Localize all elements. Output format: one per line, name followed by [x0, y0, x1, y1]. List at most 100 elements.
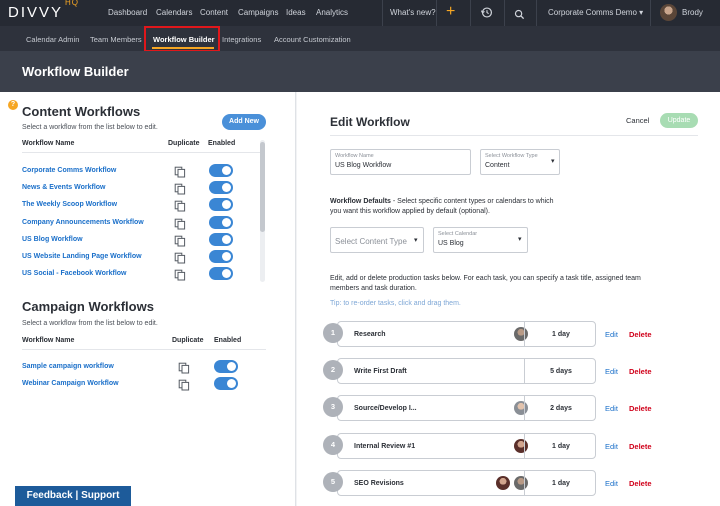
- task-card[interactable]: Research 1 day: [337, 321, 596, 347]
- enabled-toggle[interactable]: [209, 232, 233, 246]
- reorder-tip: Tip: to re-order tasks, click and drag t…: [330, 300, 461, 307]
- divider: [524, 359, 525, 384]
- task-row[interactable]: Write First Draft 5 days 2: [323, 358, 596, 385]
- enabled-toggle[interactable]: [214, 360, 238, 373]
- workflow-link[interactable]: Company Announcements Workflow: [22, 219, 144, 226]
- delete-task-link[interactable]: Delete: [629, 404, 652, 413]
- task-title: SEO Revisions: [354, 479, 404, 487]
- workflow-name-field[interactable]: Workflow Name US Blog Workflow: [330, 149, 471, 175]
- edit-task-link[interactable]: Edit: [605, 330, 618, 339]
- campaign-workflows-subtitle: Select a workflow from the list below to…: [22, 320, 158, 327]
- divider: [504, 0, 505, 26]
- task-card[interactable]: Internal Review #1 1 day: [337, 432, 596, 459]
- calendar-value: US Blog: [438, 240, 464, 247]
- field-label: Workflow Name: [335, 153, 374, 159]
- task-row[interactable]: SEO Revisions 1 day 5: [323, 469, 596, 496]
- enabled-toggle[interactable]: [209, 181, 233, 195]
- task-duration: 2 days: [550, 405, 572, 413]
- task-duration: 1 day: [552, 442, 570, 450]
- search-icon[interactable]: [514, 7, 525, 25]
- update-button[interactable]: Update: [660, 113, 698, 128]
- duplicate-icon[interactable]: [174, 165, 186, 178]
- task-card[interactable]: SEO Revisions 1 day: [337, 469, 596, 496]
- calendar-select[interactable]: Select Calendar US Blog ▾: [433, 227, 528, 253]
- whats-new-link[interactable]: What's new?: [390, 8, 436, 17]
- duplicate-icon[interactable]: [174, 234, 186, 247]
- enabled-toggle[interactable]: [209, 164, 233, 177]
- user-name[interactable]: Brody: [682, 8, 703, 17]
- enabled-toggle[interactable]: [209, 250, 233, 263]
- workflow-type-select[interactable]: Select Workflow Type Content ▾: [480, 149, 560, 175]
- edit-task-link[interactable]: Edit: [605, 404, 618, 413]
- nav-calendars[interactable]: Calendars: [156, 8, 192, 17]
- enabled-toggle[interactable]: [214, 377, 238, 390]
- drag-handle-number[interactable]: 5: [323, 471, 343, 492]
- workflow-link[interactable]: The Weekly Scoop Workflow: [22, 201, 117, 208]
- tab-calendar-admin[interactable]: Calendar Admin: [26, 35, 79, 44]
- duplicate-icon[interactable]: [174, 251, 186, 264]
- enabled-toggle[interactable]: [209, 198, 233, 212]
- help-icon[interactable]: ?: [8, 100, 18, 110]
- defaults-description: - Select specific content types or calen…: [390, 198, 554, 205]
- content-workflows-subtitle: Select a workflow from the list below to…: [22, 124, 158, 131]
- content-list-scrollbar[interactable]: [260, 140, 265, 282]
- chevron-down-icon: ▾: [551, 158, 555, 165]
- workflow-link[interactable]: US Website Landing Page Workflow: [22, 253, 142, 260]
- divvyhq-logo[interactable]: DIVVYHQ: [8, 0, 79, 21]
- duplicate-icon[interactable]: [178, 378, 190, 391]
- duplicate-icon[interactable]: [178, 361, 190, 374]
- header-divider: [22, 349, 266, 350]
- edit-task-link[interactable]: Edit: [605, 479, 618, 488]
- divider: [436, 0, 437, 26]
- workflow-link[interactable]: US Social - Facebook Workflow: [22, 270, 127, 277]
- duplicate-icon[interactable]: [174, 217, 186, 230]
- delete-task-link[interactable]: Delete: [629, 367, 652, 376]
- account-selector[interactable]: Corporate Comms Demo ▾: [548, 8, 643, 17]
- scroll-thumb[interactable]: [260, 142, 265, 232]
- duplicate-icon[interactable]: [174, 268, 186, 281]
- task-title: Source/Develop I...: [354, 405, 417, 413]
- delete-task-link[interactable]: Delete: [629, 479, 652, 488]
- workflow-link[interactable]: US Blog Workflow: [22, 236, 83, 243]
- nav-campaigns[interactable]: Campaigns: [238, 8, 278, 17]
- nav-dashboard[interactable]: Dashboard: [108, 8, 147, 17]
- col-workflow-name: Workflow Name: [22, 337, 75, 344]
- nav-ideas[interactable]: Ideas: [286, 8, 306, 17]
- task-card[interactable]: Write First Draft 5 days: [337, 358, 596, 385]
- workflow-link[interactable]: Sample campaign workflow: [22, 363, 114, 370]
- content-type-select[interactable]: Select Content Type ▾: [330, 227, 424, 253]
- workflow-link[interactable]: Corporate Comms Workflow: [22, 167, 116, 174]
- tab-team-members[interactable]: Team Members: [90, 35, 142, 44]
- task-row[interactable]: Source/Develop I... 2 days 3: [323, 395, 596, 422]
- nav-analytics[interactable]: Analytics: [316, 8, 348, 17]
- create-plus-button[interactable]: +: [446, 3, 455, 21]
- divider: [524, 322, 525, 346]
- page-header: Workflow Builder: [0, 51, 720, 92]
- tab-account-customization[interactable]: Account Customization: [274, 35, 351, 44]
- divider: [470, 0, 471, 26]
- task-row[interactable]: Research 1 day 1: [323, 321, 596, 347]
- enabled-toggle[interactable]: [209, 267, 233, 281]
- edit-task-link[interactable]: Edit: [605, 442, 618, 451]
- task-row[interactable]: Internal Review #1 1 day 4: [323, 432, 596, 459]
- workflow-link[interactable]: News & Events Workflow: [22, 184, 106, 191]
- duplicate-icon[interactable]: [174, 199, 186, 212]
- task-card[interactable]: Source/Develop I... 2 days: [337, 395, 596, 422]
- workflow-link[interactable]: Webinar Campaign Workflow: [22, 380, 119, 387]
- duplicate-icon[interactable]: [174, 182, 186, 195]
- tab-integrations[interactable]: Integrations: [222, 35, 261, 44]
- enabled-toggle[interactable]: [209, 215, 233, 229]
- edit-task-link[interactable]: Edit: [605, 367, 618, 376]
- add-new-button[interactable]: Add New: [222, 114, 266, 130]
- cancel-button[interactable]: Cancel: [626, 116, 649, 125]
- workflow-name-value[interactable]: US Blog Workflow: [335, 162, 391, 169]
- history-icon[interactable]: [480, 6, 493, 24]
- nav-content[interactable]: Content: [200, 8, 228, 17]
- delete-task-link[interactable]: Delete: [629, 442, 652, 451]
- drag-handle-number[interactable]: 4: [323, 434, 343, 455]
- user-avatar[interactable]: [660, 4, 677, 21]
- delete-task-link[interactable]: Delete: [629, 330, 652, 339]
- feedback-support-button[interactable]: Feedback | Support: [15, 486, 131, 506]
- drag-handle-number[interactable]: 1: [323, 323, 343, 343]
- workflow-defaults-text-2: you want this workflow applied by defaul…: [330, 208, 490, 215]
